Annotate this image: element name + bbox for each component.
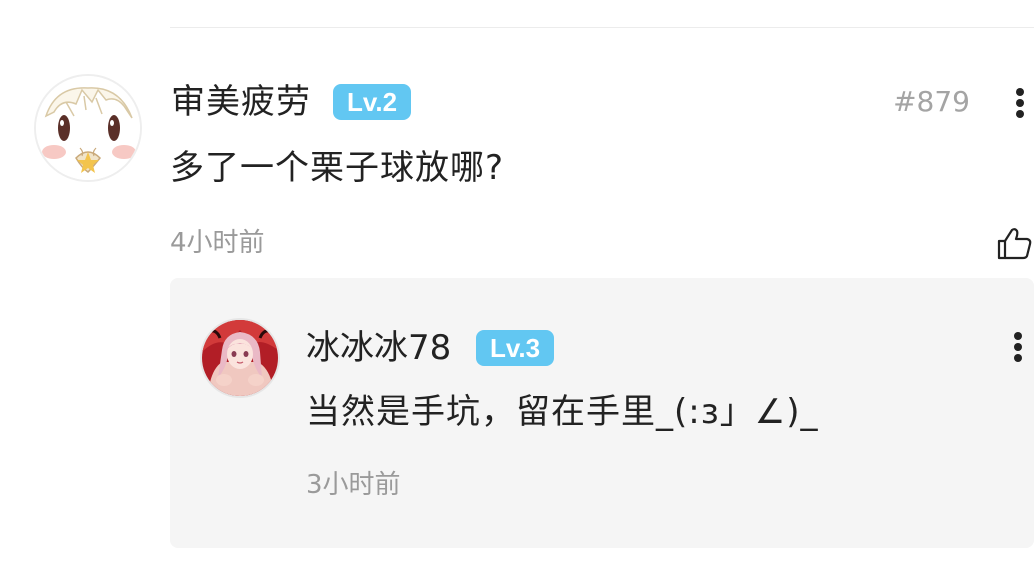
floor-number: #879 (893, 85, 970, 118)
cartoon-face-avatar-icon (36, 76, 140, 180)
thumbs-up-icon[interactable] (996, 226, 1032, 262)
user-avatar[interactable] (36, 76, 140, 180)
comment-timestamp: 4小时前 (170, 228, 265, 258)
level-badge: Lv.3 (476, 330, 555, 366)
vertical-ellipsis-icon[interactable] (1014, 332, 1022, 362)
dot (1014, 354, 1022, 362)
dot (1014, 343, 1022, 351)
comment-username[interactable]: 审美疲劳 (171, 80, 311, 124)
vertical-ellipsis-icon[interactable] (1016, 88, 1024, 118)
level-badge: Lv.2 (333, 84, 412, 120)
dot (1016, 110, 1024, 118)
reply-text: 当然是手坑，留在手里_(:з」∠)_ (306, 392, 819, 432)
reply-user-avatar[interactable] (202, 320, 278, 396)
comment-text: 多了一个栗子球放哪? (170, 148, 505, 188)
comment-thread: 审美疲劳 Lv.2 #879 多了一个栗子球放哪? 4小时前 冰冰冰78 Lv.… (0, 0, 1034, 584)
reply-username[interactable]: 冰冰冰78 (306, 326, 451, 370)
top-divider (170, 27, 1034, 28)
reply-timestamp: 3小时前 (306, 470, 401, 500)
dot (1016, 88, 1024, 96)
dot (1014, 332, 1022, 340)
dot (1016, 99, 1024, 107)
anime-girl-avatar-icon (202, 320, 278, 396)
